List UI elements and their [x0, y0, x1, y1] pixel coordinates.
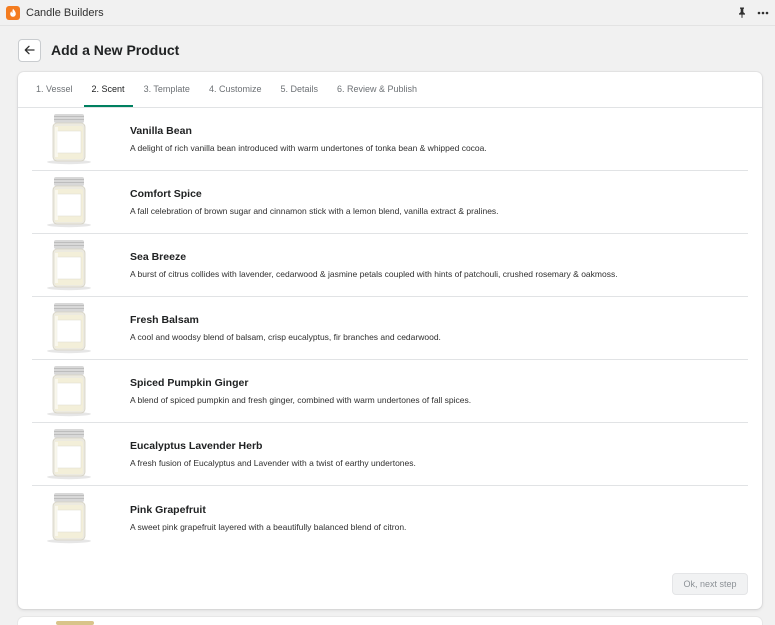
scent-description: A cool and woodsy blend of balsam, crisp…	[130, 332, 441, 342]
scent-name: Sea Breeze	[130, 251, 187, 263]
candle-jar-image	[44, 365, 94, 417]
list-item[interactable]: Vanilla Bean A delight of rich vanilla b…	[32, 108, 748, 171]
tab-details[interactable]: 5. Details	[272, 84, 326, 107]
more-icon[interactable]	[757, 11, 769, 15]
pin-icon[interactable]	[737, 7, 747, 18]
wizard-tabs: 1. Vessel 2. Scent 3. Template 4. Custom…	[18, 72, 762, 108]
scent-name: Comfort Spice	[130, 188, 202, 200]
scent-description: A blend of spiced pumpkin and fresh ging…	[130, 395, 472, 405]
list-item[interactable]: Pink Grapefruit A sweet pink grapefruit …	[32, 486, 748, 549]
candle-jar-image	[44, 492, 94, 544]
scent-list: Vanilla Bean A delight of rich vanilla b…	[18, 108, 762, 549]
list-item[interactable]: Eucalyptus Lavender Herb A fresh fusion …	[32, 423, 748, 486]
page-title: Add a New Product	[51, 42, 180, 58]
next-step-button[interactable]: Ok, next step	[672, 573, 748, 595]
tab-customize[interactable]: 4. Customize	[201, 84, 270, 107]
page-header: Add a New Product	[18, 38, 179, 62]
list-item[interactable]: Fresh Balsam A cool and woodsy blend of …	[32, 297, 748, 360]
product-wizard-card: 1. Vessel 2. Scent 3. Template 4. Custom…	[18, 72, 762, 609]
app-bar: Candle Builders	[0, 0, 775, 26]
list-item[interactable]: Comfort Spice A fall celebration of brow…	[32, 171, 748, 234]
scent-description: A delight of rich vanilla bean introduce…	[130, 143, 487, 153]
scent-description: A burst of citrus collides with lavender…	[130, 269, 618, 279]
list-item[interactable]: Spiced Pumpkin Ginger A blend of spiced …	[32, 360, 748, 423]
scent-description: A fall celebration of brown sugar and ci…	[130, 206, 499, 216]
arrow-left-icon	[24, 45, 35, 55]
candle-jar-image	[44, 239, 94, 291]
candle-jar-image	[44, 113, 94, 165]
scent-name: Spiced Pumpkin Ginger	[130, 377, 249, 389]
app-name: Candle Builders	[26, 6, 104, 19]
back-button[interactable]	[18, 38, 41, 62]
tab-review-publish[interactable]: 6. Review & Publish	[329, 84, 425, 107]
candle-jar-image	[44, 176, 94, 228]
candle-jar-image	[56, 621, 94, 625]
scent-name: Eucalyptus Lavender Herb	[130, 440, 263, 452]
flame-icon	[6, 5, 20, 20]
scent-description: A fresh fusion of Eucalyptus and Lavende…	[130, 458, 416, 468]
tab-scent[interactable]: 2. Scent	[83, 84, 133, 107]
list-item[interactable]: Sea Breeze A burst of citrus collides wi…	[32, 234, 748, 297]
tab-vessel[interactable]: 1. Vessel	[28, 84, 81, 107]
scent-name: Vanilla Bean	[130, 125, 192, 137]
scent-name: Pink Grapefruit	[130, 503, 206, 516]
candle-jar-image	[44, 428, 94, 480]
tab-template[interactable]: 3. Template	[136, 84, 198, 107]
candle-jar-image	[44, 302, 94, 354]
scent-name: Fresh Balsam	[130, 314, 199, 326]
scent-description: A sweet pink grapefruit layered with a b…	[130, 521, 407, 532]
next-card-peek	[18, 617, 762, 625]
